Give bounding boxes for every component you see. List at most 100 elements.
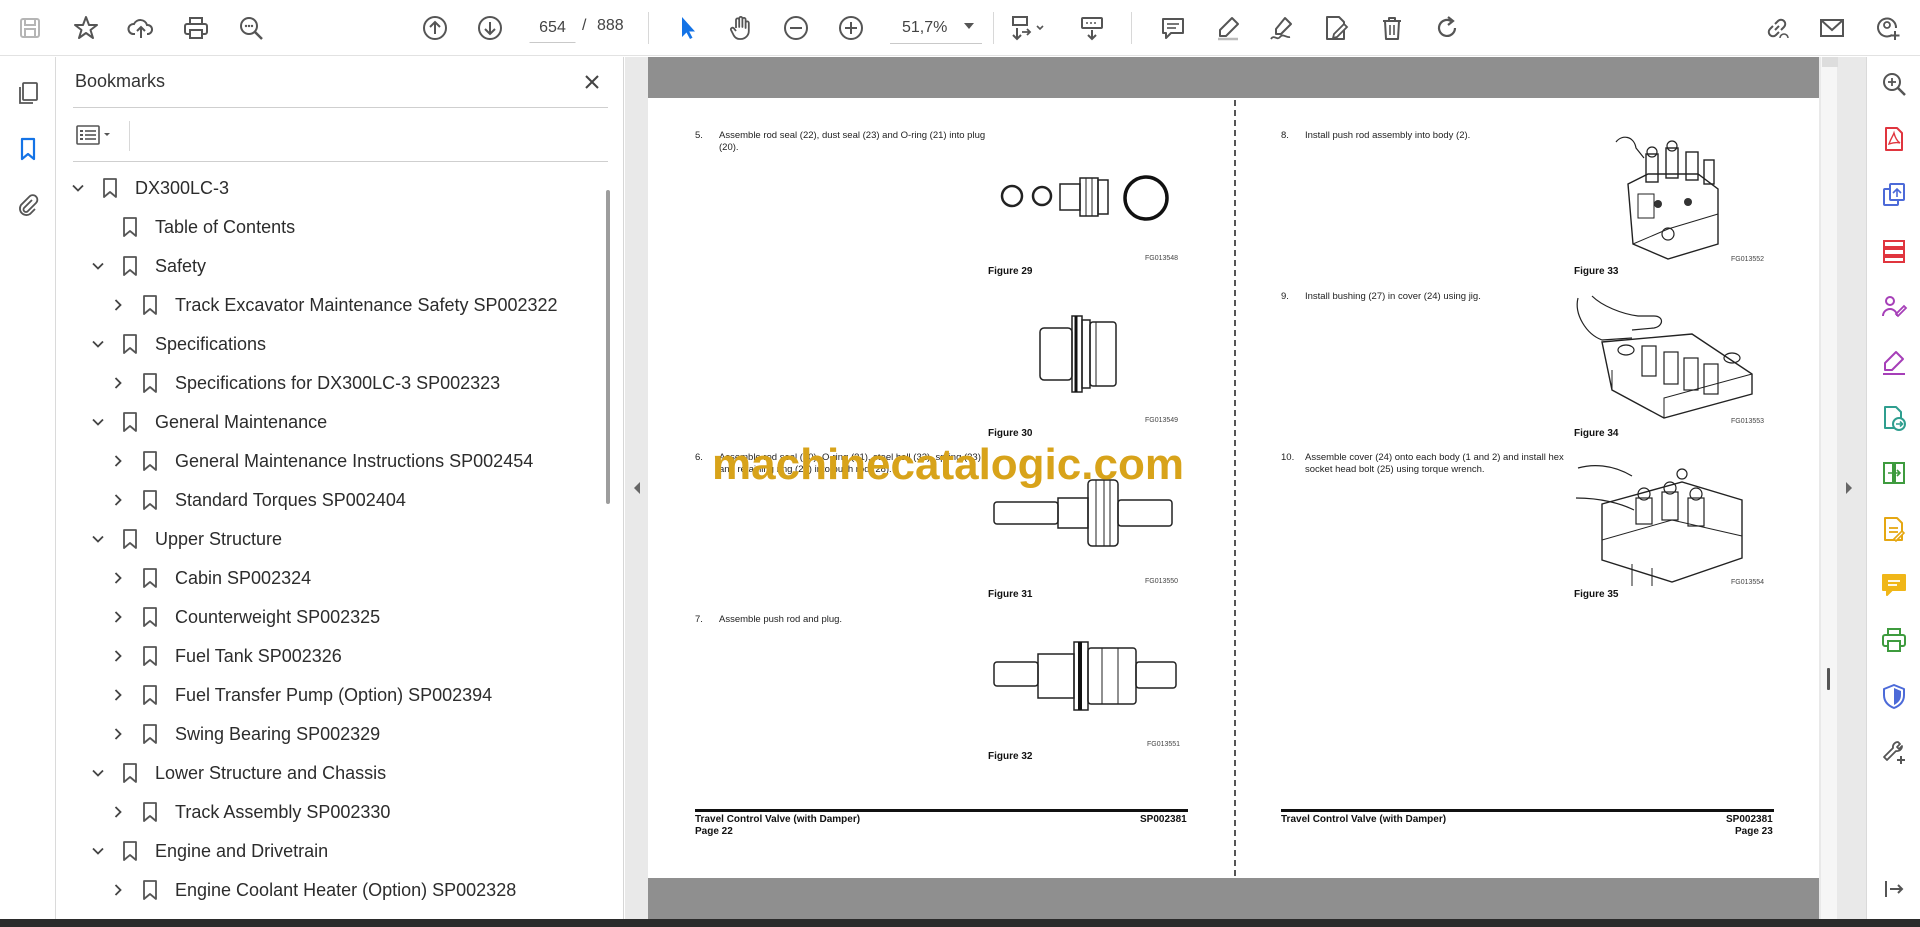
bookmarks-scrollbar-thumb[interactable] <box>606 190 610 504</box>
chevron-right-icon[interactable] <box>107 684 129 706</box>
chevron-down-icon[interactable] <box>87 411 109 433</box>
chevron-right-icon[interactable] <box>107 801 129 823</box>
find-zoom-icon[interactable] <box>231 8 271 48</box>
bookmark-item[interactable]: Engine and Drivetrain <box>87 832 328 870</box>
attachments-paperclip-icon[interactable] <box>10 187 46 223</box>
document-scrollbar-track[interactable] <box>1821 57 1837 919</box>
upload-cloud-icon[interactable] <box>121 8 161 48</box>
print-icon[interactable] <box>176 8 216 48</box>
chevron-left-icon <box>634 482 640 494</box>
export-pdf-icon[interactable] <box>1878 123 1910 155</box>
comment-tool-icon[interactable] <box>1878 569 1910 601</box>
more-tools-icon[interactable] <box>1878 736 1910 768</box>
zoom-in-icon[interactable] <box>831 8 871 48</box>
chevron-right-icon[interactable] <box>107 606 129 628</box>
previous-page-icon[interactable] <box>415 8 455 48</box>
bookmarks-panel-title: Bookmarks <box>75 71 166 91</box>
chevron-right-icon[interactable] <box>107 645 129 667</box>
bookmark-item[interactable]: Counterweight SP002325 <box>107 598 380 636</box>
chevron-down-icon[interactable] <box>87 528 109 550</box>
bookmark-item[interactable]: Engine Coolant Heater (Option) SP002328 <box>107 871 516 909</box>
scrolling-mode-icon[interactable] <box>1072 8 1112 48</box>
chevron-right-icon[interactable] <box>107 294 129 316</box>
chevron-right-icon[interactable] <box>107 879 129 901</box>
next-page-icon[interactable] <box>470 8 510 48</box>
email-icon[interactable] <box>1812 8 1852 48</box>
page-divider-dashed <box>1234 100 1236 876</box>
bookmark-item[interactable]: Track Excavator Maintenance Safety SP002… <box>107 286 558 324</box>
bookmark-icon <box>139 684 161 706</box>
star-icon[interactable] <box>66 8 106 48</box>
bookmark-label: General Maintenance <box>155 411 328 432</box>
chevron-down-icon[interactable] <box>87 840 109 862</box>
bookmark-item[interactable]: Safety <box>87 247 206 285</box>
footer-page: Page 22 <box>695 826 733 837</box>
bookmark-item[interactable]: Table of Contents <box>87 208 295 246</box>
draw-freehand-icon[interactable] <box>1262 8 1302 48</box>
bookmark-item[interactable]: General Maintenance Instructions SP00245… <box>107 442 533 480</box>
toolbar-divider <box>1131 12 1132 44</box>
bookmark-item[interactable]: Cabin SP002324 <box>107 559 311 597</box>
bookmark-item[interactable]: Specifications for DX300LC-3 SP002323 <box>107 364 500 402</box>
bookmarks-icon[interactable] <box>10 131 46 167</box>
close-panel-button[interactable] <box>577 67 607 97</box>
bookmarks-panel: Bookmarks DX300LC-3 Table of Contents Safe… <box>57 57 624 919</box>
hand-tool-icon[interactable] <box>721 8 761 48</box>
bookmark-item[interactable]: Track Assembly SP002330 <box>107 793 390 831</box>
compare-files-icon[interactable] <box>1878 457 1910 489</box>
bookmark-item[interactable]: Lower Structure and Chassis <box>87 754 386 792</box>
select-cursor-icon[interactable] <box>667 8 707 48</box>
redo-rotate-icon[interactable] <box>1427 8 1467 48</box>
share-link-icon[interactable] <box>1757 8 1797 48</box>
request-signatures-icon[interactable] <box>1878 290 1910 322</box>
delete-trash-icon[interactable] <box>1372 8 1412 48</box>
user-account-icon[interactable] <box>1868 8 1908 48</box>
chevron-down-icon[interactable] <box>87 333 109 355</box>
bookmark-item[interactable]: DX300LC-3 <box>67 169 229 207</box>
expand-panel-icon[interactable] <box>1878 873 1910 905</box>
collapse-left-panel-button[interactable] <box>631 478 643 498</box>
search-zoom-icon[interactable] <box>1878 68 1910 100</box>
bookmark-item[interactable]: Fuel Tank SP002326 <box>107 637 342 675</box>
bookmark-item[interactable]: General Maintenance <box>87 403 327 441</box>
edit-pdf-icon[interactable] <box>1878 513 1910 545</box>
print-production-icon[interactable] <box>1878 624 1910 656</box>
bookmark-item[interactable]: Fuel Transfer Pump (Option) SP002394 <box>107 676 492 714</box>
bookmark-label: Fuel Tank SP002326 <box>175 645 342 666</box>
send-for-review-icon[interactable] <box>1878 402 1910 434</box>
bookmark-item[interactable]: Specifications <box>87 325 266 363</box>
collapse-right-panel-button[interactable] <box>1843 478 1855 498</box>
document-scrollbar-thumb[interactable] <box>1827 668 1830 690</box>
chevron-right-icon[interactable] <box>107 723 129 745</box>
figure-caption: Figure 29 <box>988 266 1033 277</box>
save-icon[interactable] <box>10 8 50 48</box>
chevron-down-icon[interactable] <box>87 762 109 784</box>
footer-code: SP002381 <box>1140 814 1187 825</box>
comment-icon[interactable] <box>1153 8 1193 48</box>
chevron-right-icon[interactable] <box>107 372 129 394</box>
fill-and-sign-icon[interactable] <box>1878 346 1910 378</box>
bookmark-options-button[interactable] <box>75 119 121 151</box>
page-fit-icon[interactable] <box>1003 8 1055 48</box>
chevron-right-icon[interactable] <box>107 567 129 589</box>
scrollbar-arrow[interactable] <box>1822 57 1838 67</box>
bookmark-item[interactable]: Standard Torques SP002404 <box>107 481 406 519</box>
organize-pages-icon[interactable] <box>1878 235 1910 267</box>
chevron-down-icon[interactable] <box>87 255 109 277</box>
create-pdf-icon[interactable] <box>1878 179 1910 211</box>
bookmark-item[interactable]: Upper Structure <box>87 520 282 558</box>
highlight-pen-icon[interactable] <box>1208 8 1248 48</box>
page-thumbnails-icon[interactable] <box>10 75 46 111</box>
figure-caption: Figure 34 <box>1574 428 1619 439</box>
chevron-right-icon[interactable] <box>107 489 129 511</box>
chevron-down-icon[interactable] <box>67 177 89 199</box>
chevron-right-icon[interactable] <box>107 450 129 472</box>
figure-32-assembly-drawing <box>993 641 1177 711</box>
zoom-level-select[interactable]: 51,7% <box>890 12 982 44</box>
protect-shield-icon[interactable] <box>1878 680 1910 712</box>
bookmark-item[interactable]: Swing Bearing SP002329 <box>107 715 380 753</box>
chevron-right-icon <box>1846 482 1852 494</box>
page-number-input[interactable] <box>529 13 576 43</box>
zoom-out-icon[interactable] <box>776 8 816 48</box>
fill-sign-icon[interactable] <box>1316 8 1356 48</box>
